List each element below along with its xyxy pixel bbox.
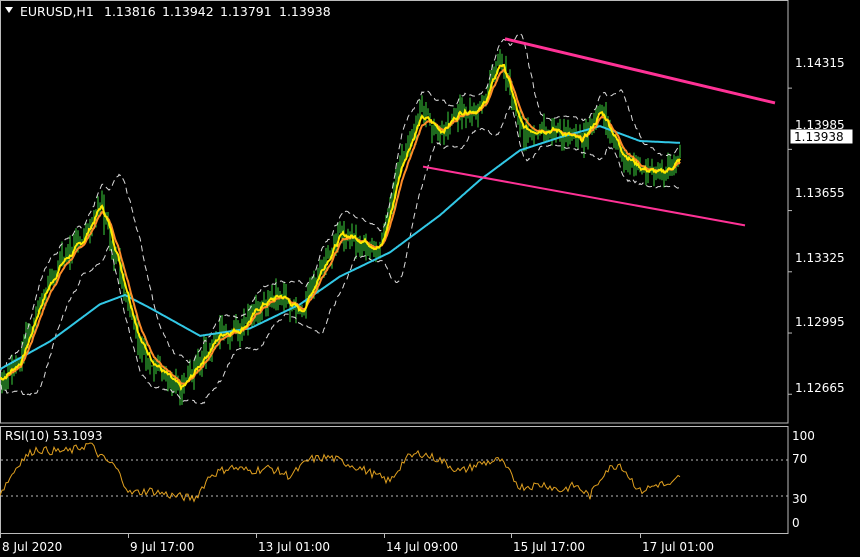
- symbol-label: EURUSD,H1: [20, 4, 94, 19]
- close-price: 1.13938: [279, 4, 331, 19]
- time-tick: 14 Jul 09:00: [386, 540, 458, 554]
- price-tick: 1.14315: [795, 56, 845, 70]
- price-tick: 1.12665: [795, 381, 845, 395]
- price-tick: 1.12995: [795, 315, 845, 329]
- low-price: 1.13791: [220, 4, 272, 19]
- high-price: 1.13942: [162, 4, 214, 19]
- time-tick: 9 Jul 17:00: [130, 540, 194, 554]
- rsi-label: RSI(10) 53.1093: [5, 429, 103, 443]
- trading-chart[interactable]: EURUSD,H1 1.13816 1.13942 1.13791 1.1393…: [0, 0, 860, 557]
- rsi-tick: 30: [792, 492, 807, 506]
- price-tick: 1.13325: [795, 251, 845, 265]
- time-tick: 15 Jul 17:00: [513, 540, 585, 554]
- price-tick: 1.13655: [795, 186, 845, 200]
- time-tick: 17 Jul 01:00: [642, 540, 714, 554]
- chart-background: [0, 0, 860, 557]
- rsi-tick: 70: [792, 452, 807, 466]
- time-tick: 13 Jul 01:00: [258, 540, 330, 554]
- rsi-tick: 100: [792, 429, 815, 443]
- current-price-label: 1.13938: [794, 130, 844, 144]
- price-tick: 1.13985: [795, 118, 845, 132]
- open-price: 1.13816: [104, 4, 156, 19]
- rsi-tick: 0: [792, 516, 800, 530]
- time-tick: 8 Jul 2020: [2, 540, 62, 554]
